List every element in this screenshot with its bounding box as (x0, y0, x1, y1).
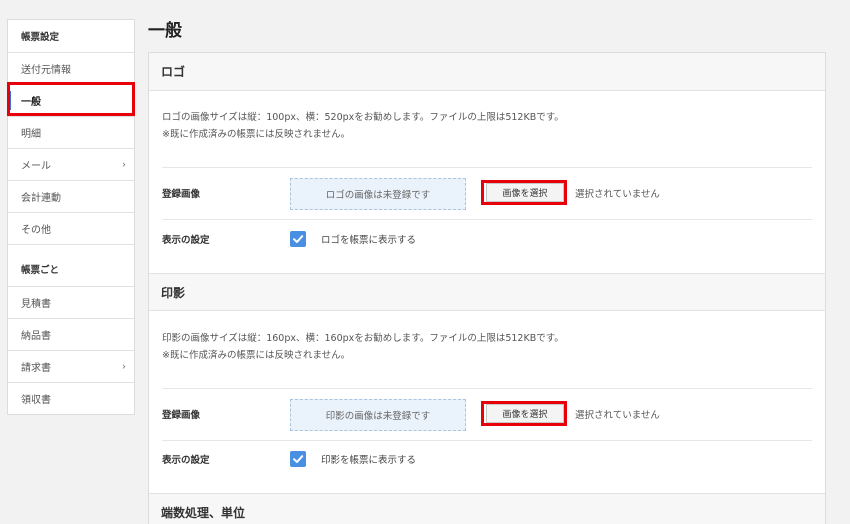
page-title: 一般 (148, 21, 182, 41)
sidebar-item-details[interactable]: 明細 (8, 116, 134, 148)
seal-image-label: 登録画像 (162, 410, 201, 421)
chevron-right-icon: › (122, 361, 126, 372)
seal-reflect-note: ※既に作成済みの帳票には反映されません。 (162, 350, 351, 361)
seal-size-note: 印影の画像サイズは縦：160px、横：160pxをお勧めします。ファイルの上限は… (162, 333, 564, 344)
seal-file-status: 選択されていません (575, 410, 660, 421)
sidebar-item-sender-info[interactable]: 送付元情報 (8, 52, 134, 84)
logo-display-label: 表示の設定 (162, 235, 210, 246)
settings-panel: ロゴ ロゴの画像サイズは縦：100px、横：520pxをお勧めします。ファイルの… (148, 52, 826, 524)
sidebar-header-per-form: 帳票ごと (8, 244, 134, 286)
logo-reflect-note: ※既に作成済みの帳票には反映されません。 (162, 129, 351, 140)
logo-size-note: ロゴの画像サイズは縦：100px、横：520pxをお勧めします。ファイルの上限は… (162, 112, 564, 123)
logo-file-status: 選択されていません (575, 189, 660, 200)
logo-display-checkbox-label[interactable]: ロゴを帳票に表示する (321, 232, 416, 246)
section-header-rounding: 端数処理、単位 (149, 493, 825, 524)
seal-display-label: 表示の設定 (162, 455, 210, 466)
sidebar-item-delivery-note[interactable]: 納品書 (8, 318, 134, 350)
divider (162, 167, 812, 168)
divider (162, 440, 812, 441)
seal-display-checkbox-label[interactable]: 印影を帳票に表示する (321, 452, 416, 466)
checkmark-icon (293, 235, 304, 243)
logo-image-placeholder: ロゴの画像は未登録です (290, 178, 466, 210)
section-header-seal: 印影 (149, 273, 825, 311)
sidebar-item-receipt[interactable]: 領収書 (8, 382, 134, 414)
divider (162, 388, 812, 389)
section-header-logo: ロゴ (149, 53, 825, 91)
chevron-right-icon: › (122, 159, 126, 170)
logo-select-image-button[interactable]: 画像を選択 (486, 183, 564, 202)
sidebar-item-other[interactable]: その他 (8, 212, 134, 244)
sidebar-item-general[interactable]: 一般 (8, 84, 134, 116)
sidebar-header-form-settings: 帳票設定 (21, 32, 60, 43)
seal-select-image-button[interactable]: 画像を選択 (486, 404, 564, 423)
logo-image-label: 登録画像 (162, 189, 201, 200)
checkmark-icon (293, 455, 304, 463)
sidebar-item-accounting-link[interactable]: 会計連動 (8, 180, 134, 212)
sidebar-item-mail[interactable]: メール › (8, 148, 134, 180)
seal-display-checkbox[interactable] (290, 451, 306, 467)
seal-image-placeholder: 印影の画像は未登録です (290, 399, 466, 431)
settings-sidebar: 帳票設定 送付元情報 一般 明細 メール › 会計連動 その他 帳票ごと 見積書… (7, 19, 135, 415)
logo-display-checkbox[interactable] (290, 231, 306, 247)
divider (162, 219, 812, 220)
sidebar-item-estimate[interactable]: 見積書 (8, 286, 134, 318)
sidebar-item-invoice[interactable]: 請求書 › (8, 350, 134, 382)
